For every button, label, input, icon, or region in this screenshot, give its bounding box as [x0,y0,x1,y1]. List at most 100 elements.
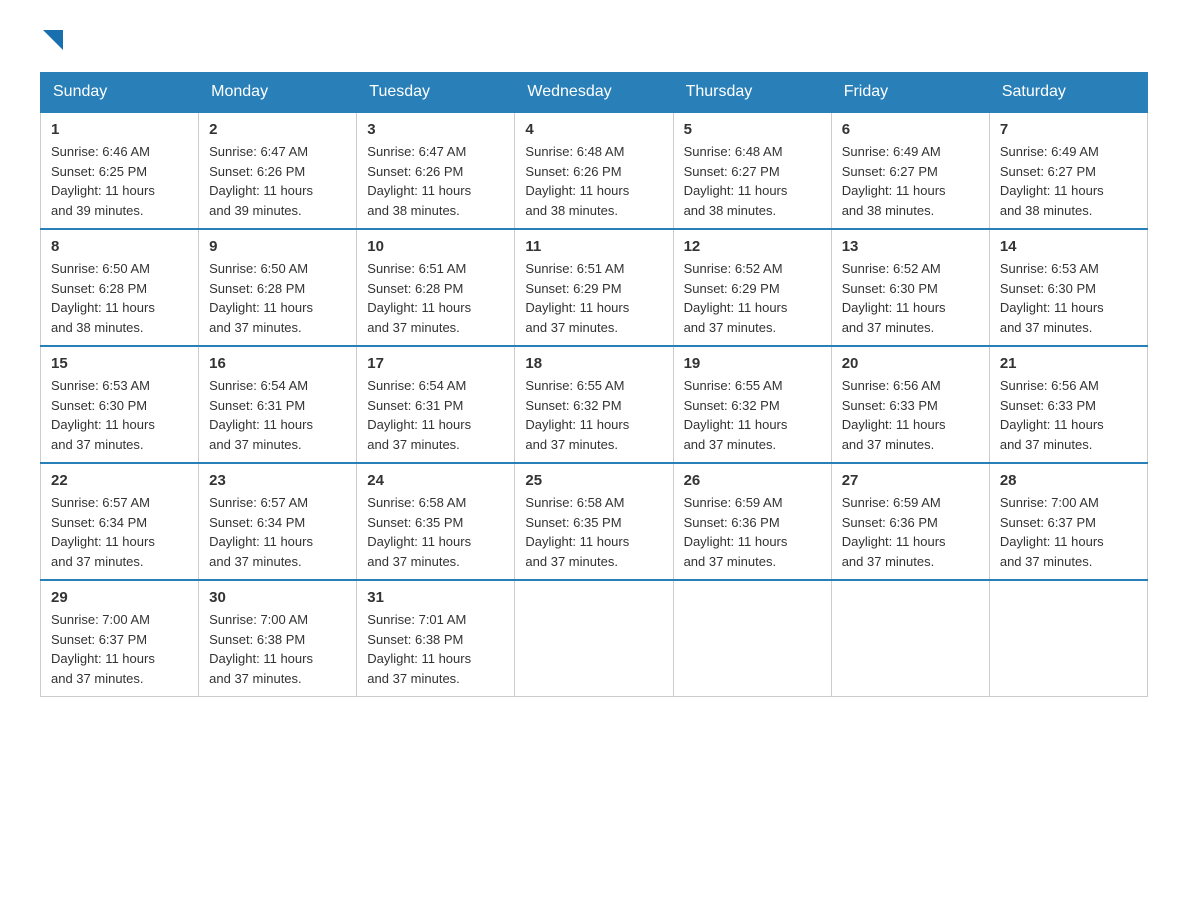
calendar-cell: 1 Sunrise: 6:46 AMSunset: 6:25 PMDayligh… [41,112,199,229]
calendar-body: 1 Sunrise: 6:46 AMSunset: 6:25 PMDayligh… [41,112,1148,697]
day-info: Sunrise: 6:46 AMSunset: 6:25 PMDaylight:… [51,144,155,218]
calendar-cell: 9 Sunrise: 6:50 AMSunset: 6:28 PMDayligh… [199,229,357,346]
day-number: 17 [367,355,504,372]
calendar-cell: 7 Sunrise: 6:49 AMSunset: 6:27 PMDayligh… [989,112,1147,229]
calendar-cell: 20 Sunrise: 6:56 AMSunset: 6:33 PMDaylig… [831,346,989,463]
day-number: 8 [51,238,188,255]
calendar-week-1: 1 Sunrise: 6:46 AMSunset: 6:25 PMDayligh… [41,112,1148,229]
day-info: Sunrise: 6:47 AMSunset: 6:26 PMDaylight:… [209,144,313,218]
day-info: Sunrise: 6:54 AMSunset: 6:31 PMDaylight:… [209,378,313,452]
day-info: Sunrise: 6:49 AMSunset: 6:27 PMDaylight:… [1000,144,1104,218]
day-info: Sunrise: 6:59 AMSunset: 6:36 PMDaylight:… [684,495,788,569]
day-info: Sunrise: 6:58 AMSunset: 6:35 PMDaylight:… [367,495,471,569]
day-number: 5 [684,121,821,138]
day-number: 18 [525,355,662,372]
calendar-cell: 28 Sunrise: 7:00 AMSunset: 6:37 PMDaylig… [989,463,1147,580]
day-info: Sunrise: 6:48 AMSunset: 6:26 PMDaylight:… [525,144,629,218]
weekday-header-monday: Monday [199,73,357,113]
day-info: Sunrise: 6:48 AMSunset: 6:27 PMDaylight:… [684,144,788,218]
day-number: 12 [684,238,821,255]
day-info: Sunrise: 6:49 AMSunset: 6:27 PMDaylight:… [842,144,946,218]
weekday-header-tuesday: Tuesday [357,73,515,113]
day-info: Sunrise: 6:51 AMSunset: 6:28 PMDaylight:… [367,261,471,335]
day-number: 31 [367,589,504,606]
page-header [40,30,1148,52]
day-number: 6 [842,121,979,138]
day-number: 13 [842,238,979,255]
calendar-week-4: 22 Sunrise: 6:57 AMSunset: 6:34 PMDaylig… [41,463,1148,580]
calendar-cell: 22 Sunrise: 6:57 AMSunset: 6:34 PMDaylig… [41,463,199,580]
day-number: 16 [209,355,346,372]
calendar-cell: 21 Sunrise: 6:56 AMSunset: 6:33 PMDaylig… [989,346,1147,463]
day-info: Sunrise: 6:54 AMSunset: 6:31 PMDaylight:… [367,378,471,452]
calendar-cell [989,580,1147,697]
day-number: 24 [367,472,504,489]
calendar-cell: 23 Sunrise: 6:57 AMSunset: 6:34 PMDaylig… [199,463,357,580]
logo [40,30,63,52]
calendar-cell: 25 Sunrise: 6:58 AMSunset: 6:35 PMDaylig… [515,463,673,580]
calendar-week-2: 8 Sunrise: 6:50 AMSunset: 6:28 PMDayligh… [41,229,1148,346]
day-info: Sunrise: 6:50 AMSunset: 6:28 PMDaylight:… [209,261,313,335]
weekday-header-saturday: Saturday [989,73,1147,113]
day-number: 30 [209,589,346,606]
day-info: Sunrise: 6:50 AMSunset: 6:28 PMDaylight:… [51,261,155,335]
calendar-cell: 15 Sunrise: 6:53 AMSunset: 6:30 PMDaylig… [41,346,199,463]
calendar-cell: 6 Sunrise: 6:49 AMSunset: 6:27 PMDayligh… [831,112,989,229]
day-number: 29 [51,589,188,606]
calendar-cell: 18 Sunrise: 6:55 AMSunset: 6:32 PMDaylig… [515,346,673,463]
calendar-cell: 2 Sunrise: 6:47 AMSunset: 6:26 PMDayligh… [199,112,357,229]
calendar-cell: 16 Sunrise: 6:54 AMSunset: 6:31 PMDaylig… [199,346,357,463]
day-info: Sunrise: 6:55 AMSunset: 6:32 PMDaylight:… [525,378,629,452]
day-number: 14 [1000,238,1137,255]
calendar-cell: 29 Sunrise: 7:00 AMSunset: 6:37 PMDaylig… [41,580,199,697]
calendar-week-3: 15 Sunrise: 6:53 AMSunset: 6:30 PMDaylig… [41,346,1148,463]
day-number: 21 [1000,355,1137,372]
day-number: 9 [209,238,346,255]
calendar-table: SundayMondayTuesdayWednesdayThursdayFrid… [40,72,1148,697]
calendar-cell: 11 Sunrise: 6:51 AMSunset: 6:29 PMDaylig… [515,229,673,346]
day-info: Sunrise: 7:00 AMSunset: 6:38 PMDaylight:… [209,612,313,686]
day-info: Sunrise: 6:56 AMSunset: 6:33 PMDaylight:… [842,378,946,452]
day-info: Sunrise: 6:53 AMSunset: 6:30 PMDaylight:… [1000,261,1104,335]
day-number: 3 [367,121,504,138]
calendar-cell: 8 Sunrise: 6:50 AMSunset: 6:28 PMDayligh… [41,229,199,346]
day-info: Sunrise: 6:57 AMSunset: 6:34 PMDaylight:… [51,495,155,569]
day-info: Sunrise: 6:59 AMSunset: 6:36 PMDaylight:… [842,495,946,569]
day-number: 4 [525,121,662,138]
calendar-cell [673,580,831,697]
day-number: 11 [525,238,662,255]
calendar-cell: 26 Sunrise: 6:59 AMSunset: 6:36 PMDaylig… [673,463,831,580]
day-number: 10 [367,238,504,255]
day-info: Sunrise: 6:53 AMSunset: 6:30 PMDaylight:… [51,378,155,452]
calendar-cell: 31 Sunrise: 7:01 AMSunset: 6:38 PMDaylig… [357,580,515,697]
day-info: Sunrise: 7:01 AMSunset: 6:38 PMDaylight:… [367,612,471,686]
calendar-cell: 30 Sunrise: 7:00 AMSunset: 6:38 PMDaylig… [199,580,357,697]
calendar-cell: 17 Sunrise: 6:54 AMSunset: 6:31 PMDaylig… [357,346,515,463]
day-info: Sunrise: 6:57 AMSunset: 6:34 PMDaylight:… [209,495,313,569]
day-info: Sunrise: 6:52 AMSunset: 6:30 PMDaylight:… [842,261,946,335]
calendar-cell: 14 Sunrise: 6:53 AMSunset: 6:30 PMDaylig… [989,229,1147,346]
day-info: Sunrise: 7:00 AMSunset: 6:37 PMDaylight:… [51,612,155,686]
day-number: 7 [1000,121,1137,138]
day-info: Sunrise: 6:55 AMSunset: 6:32 PMDaylight:… [684,378,788,452]
calendar-cell: 13 Sunrise: 6:52 AMSunset: 6:30 PMDaylig… [831,229,989,346]
calendar-cell: 27 Sunrise: 6:59 AMSunset: 6:36 PMDaylig… [831,463,989,580]
calendar-cell: 12 Sunrise: 6:52 AMSunset: 6:29 PMDaylig… [673,229,831,346]
day-info: Sunrise: 7:00 AMSunset: 6:37 PMDaylight:… [1000,495,1104,569]
day-info: Sunrise: 6:56 AMSunset: 6:33 PMDaylight:… [1000,378,1104,452]
day-number: 15 [51,355,188,372]
day-number: 27 [842,472,979,489]
calendar-cell [831,580,989,697]
day-number: 26 [684,472,821,489]
weekday-header-wednesday: Wednesday [515,73,673,113]
calendar-cell: 5 Sunrise: 6:48 AMSunset: 6:27 PMDayligh… [673,112,831,229]
weekday-header-friday: Friday [831,73,989,113]
calendar-header: SundayMondayTuesdayWednesdayThursdayFrid… [41,73,1148,113]
day-number: 2 [209,121,346,138]
day-number: 20 [842,355,979,372]
day-number: 25 [525,472,662,489]
calendar-cell: 10 Sunrise: 6:51 AMSunset: 6:28 PMDaylig… [357,229,515,346]
day-number: 19 [684,355,821,372]
calendar-cell: 19 Sunrise: 6:55 AMSunset: 6:32 PMDaylig… [673,346,831,463]
day-info: Sunrise: 6:52 AMSunset: 6:29 PMDaylight:… [684,261,788,335]
